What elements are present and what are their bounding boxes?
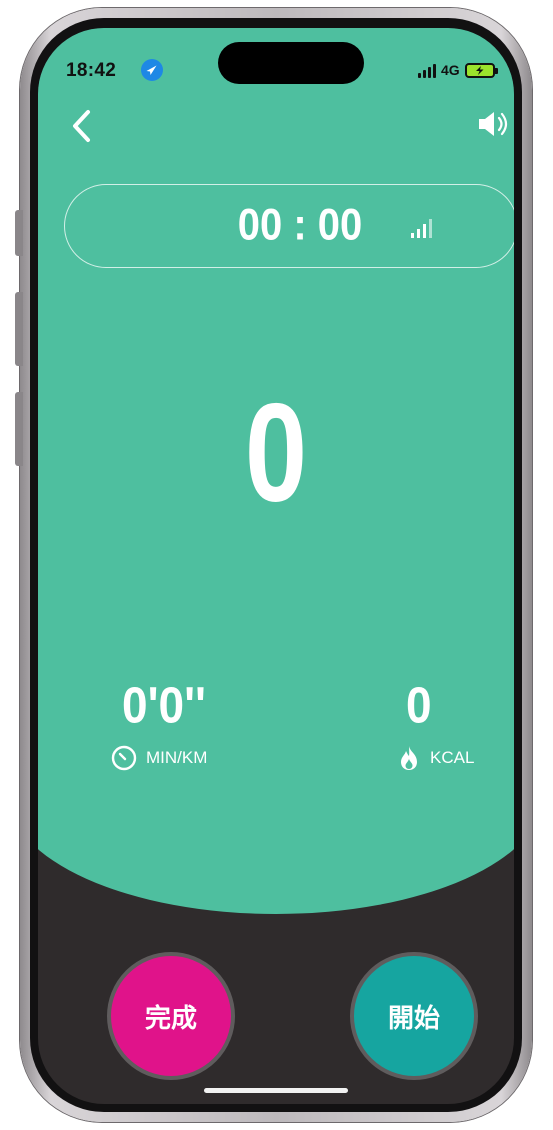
dynamic-island [218,42,364,84]
cellular-signal-icon [418,73,421,78]
clock-icon [111,745,137,771]
gps-signal-icon [411,219,432,238]
battery-charging-icon [464,63,498,78]
back-button[interactable] [64,104,104,148]
distance-value: 0 [244,374,308,531]
network-type: 4G [441,62,460,78]
status-indicators: 4G [418,62,498,78]
speaker-icon [479,112,508,136]
finish-button[interactable]: 完成 [107,952,235,1080]
elapsed-time: 00 : 00 [237,200,363,250]
volume-down-button [15,392,23,466]
start-button[interactable]: 開始 [350,952,478,1080]
timer-display: 00 : 00 [64,184,514,268]
volume-up-button [15,292,23,366]
chevron-left-icon [73,110,90,142]
calories-value: 0 [406,676,432,734]
app-screen: 18:42 4G 00 : 00 0 0'0'' MIN/KM 0 KCAL 完… [38,28,514,1104]
pace-label: MIN/KM [110,744,207,772]
pace-unit: MIN/KM [146,748,208,767]
sound-toggle-button[interactable] [473,104,513,144]
calories-unit: KCAL [430,748,475,767]
home-indicator[interactable] [204,1088,348,1093]
action-button [15,210,23,256]
calories-label: KCAL [396,744,474,772]
status-time: 18:42 [66,60,117,81]
location-arrow-icon [141,59,163,81]
pace-value: 0'0'' [122,676,206,734]
flame-icon [401,746,417,770]
